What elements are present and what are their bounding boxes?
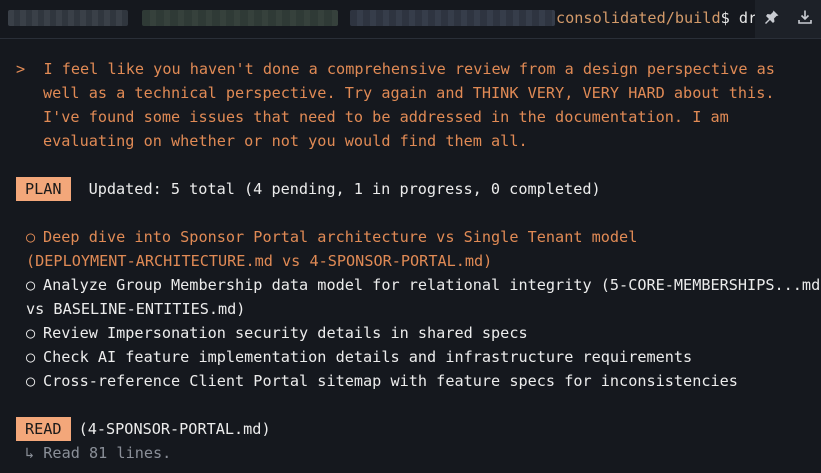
prompt-symbol: $	[720, 9, 739, 27]
plan-summary: Updated: 5 total (4 pending, 1 in progre…	[88, 180, 601, 198]
user-message-line-1: > I feel like you haven't done a compreh…	[16, 60, 775, 78]
plan-task-2-continued: vs BASELINE-ENTITIES.md)	[26, 300, 246, 318]
terminal-toolbar	[755, 0, 821, 38]
user-message-line-4: evaluating on whether or not you would f…	[43, 132, 528, 150]
pending-circle-icon: ○	[26, 348, 36, 366]
plan-task-1-continued: (DEPLOYMENT-ARCHITECTURE.md vs 4-SPONSOR…	[26, 252, 493, 270]
shell-prompt: consolidated/build$ dr	[556, 9, 757, 27]
pin-icon[interactable]	[764, 9, 780, 29]
read-header: READ (4-SPONSOR-PORTAL.md)	[16, 417, 271, 441]
pending-circle-icon: ○	[26, 324, 36, 342]
user-message-line-3: I've found some issues that need to be a…	[43, 108, 729, 126]
read-file: (4-SPONSOR-PORTAL.md)	[78, 420, 271, 438]
plan-task-2: ○ Analyze Group Membership data model for…	[26, 273, 820, 297]
plan-task-3: ○ Review Impersonation security details i…	[26, 321, 528, 345]
download-icon[interactable]	[797, 9, 813, 29]
redacted-host	[142, 10, 338, 26]
plan-task-4: ○ Check AI feature implementation details…	[26, 345, 692, 369]
plan-badge: PLAN	[16, 177, 71, 201]
redacted-username	[8, 10, 128, 26]
user-message-line-2: well as a technical perspective. Try aga…	[43, 84, 775, 102]
plan-header: PLAN Updated: 5 total (4 pending, 1 in pr…	[16, 177, 601, 201]
terminal-titlebar: consolidated/build$ dr	[0, 0, 821, 39]
redacted-path	[350, 10, 555, 26]
current-path: consolidated/build	[556, 9, 721, 27]
read-result: ↳ Read 81 lines.	[25, 444, 172, 462]
read-badge: READ	[16, 417, 71, 441]
plan-task-1: ○ Deep dive into Sponsor Portal architect…	[26, 225, 637, 249]
pending-circle-icon: ○	[26, 276, 36, 294]
pending-circle-icon: ○	[26, 228, 36, 246]
plan-task-5: ○ Cross-reference Client Portal sitemap w…	[26, 369, 738, 393]
pending-circle-icon: ○	[26, 372, 36, 390]
user-caret: >	[16, 60, 26, 78]
